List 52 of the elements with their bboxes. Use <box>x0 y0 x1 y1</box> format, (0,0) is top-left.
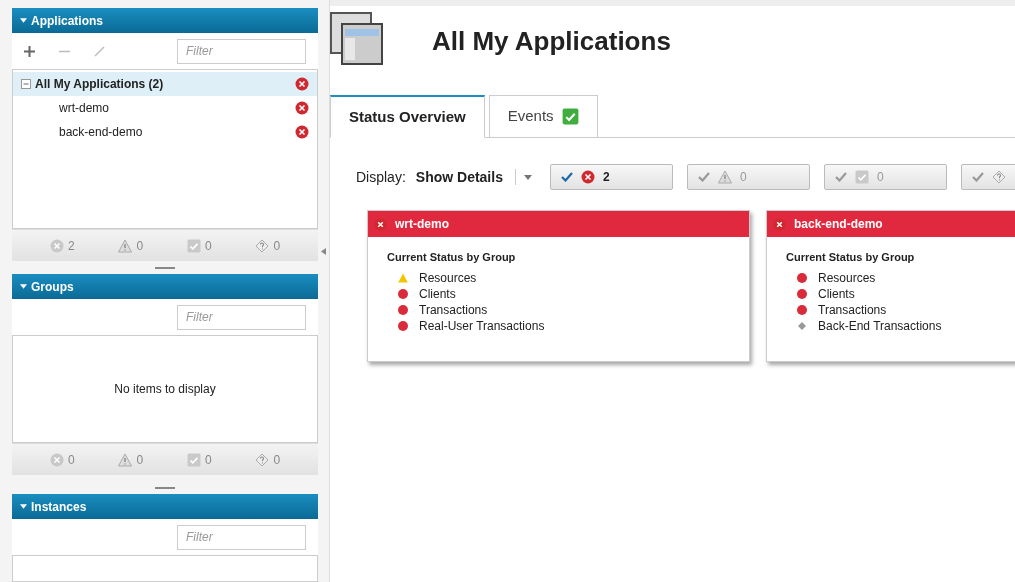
status-count: 0 <box>136 237 144 255</box>
page-title: All My Applications <box>432 24 671 58</box>
group-label: Clients <box>818 285 855 303</box>
tree-item[interactable]: back-end-demo <box>13 120 317 144</box>
panel-title: Groups <box>31 278 74 296</box>
dropdown-caret-icon <box>523 174 532 180</box>
status-count: 0 <box>204 451 212 469</box>
status-count: 2 <box>67 237 75 255</box>
filter-field[interactable]: Filter <box>177 524 306 550</box>
group-label: Clients <box>419 285 456 303</box>
group-label: Real-User Transactions <box>419 317 545 335</box>
display-dropdown[interactable]: Show Details <box>415 166 532 188</box>
tree-item[interactable]: wrt-demo <box>13 96 317 120</box>
card-title: wrt-demo <box>395 216 449 233</box>
caret-icon <box>20 17 27 24</box>
collapse-icon[interactable] <box>21 79 31 89</box>
status-count: 0 <box>273 451 281 469</box>
group-label: Transactions <box>419 301 488 319</box>
panel-title: Instances <box>31 498 87 516</box>
application-card[interactable]: back-end-demo Current Status by Group Resources Clients Transactions Back-End Transactions <box>766 210 1015 362</box>
caret-icon <box>20 503 27 510</box>
status-count: 0 <box>273 237 281 255</box>
card-heading: Current Status by Group <box>786 250 916 265</box>
add-icon[interactable] <box>24 45 35 57</box>
group-label: Back-End Transactions <box>818 317 942 335</box>
tree-label: All My Applications (2) <box>35 76 164 93</box>
status-count: 0 <box>204 237 212 255</box>
panel-header[interactable]: Instances <box>12 494 318 519</box>
tab[interactable]: Events <box>488 95 598 138</box>
panel-header[interactable]: Groups <box>12 274 318 299</box>
status-count: 0 <box>67 451 75 469</box>
empty-message: No items to display <box>114 381 216 398</box>
collapse-arrow-icon[interactable] <box>321 247 326 255</box>
card-title: back-end-demo <box>794 216 883 233</box>
status-filter-button[interactable]: 2 <box>549 164 673 190</box>
application-card[interactable]: wrt-demo Current Status by Group Resources Clients Transactions Real-User Transactions <box>367 210 750 362</box>
caret-icon <box>20 283 27 290</box>
filter-field[interactable]: Filter <box>177 304 306 330</box>
edit-icon[interactable] <box>94 45 105 57</box>
panel-header[interactable]: Applications <box>12 8 318 33</box>
display-label: Display: <box>356 167 406 187</box>
tree-item[interactable]: All My Applications (2) <box>13 72 317 96</box>
panel-title: Applications <box>31 12 103 30</box>
group-label: Transactions <box>818 301 887 319</box>
status-count: 0 <box>136 451 144 469</box>
tree-label: back-end-demo <box>59 124 143 141</box>
card-heading: Current Status by Group <box>387 250 517 265</box>
group-label: Resources <box>419 269 477 287</box>
filter-field[interactable]: Filter <box>177 38 306 64</box>
tab[interactable]: Status Overview <box>330 95 485 138</box>
tree-label: wrt-demo <box>59 100 109 117</box>
group-label: Resources <box>818 269 876 287</box>
